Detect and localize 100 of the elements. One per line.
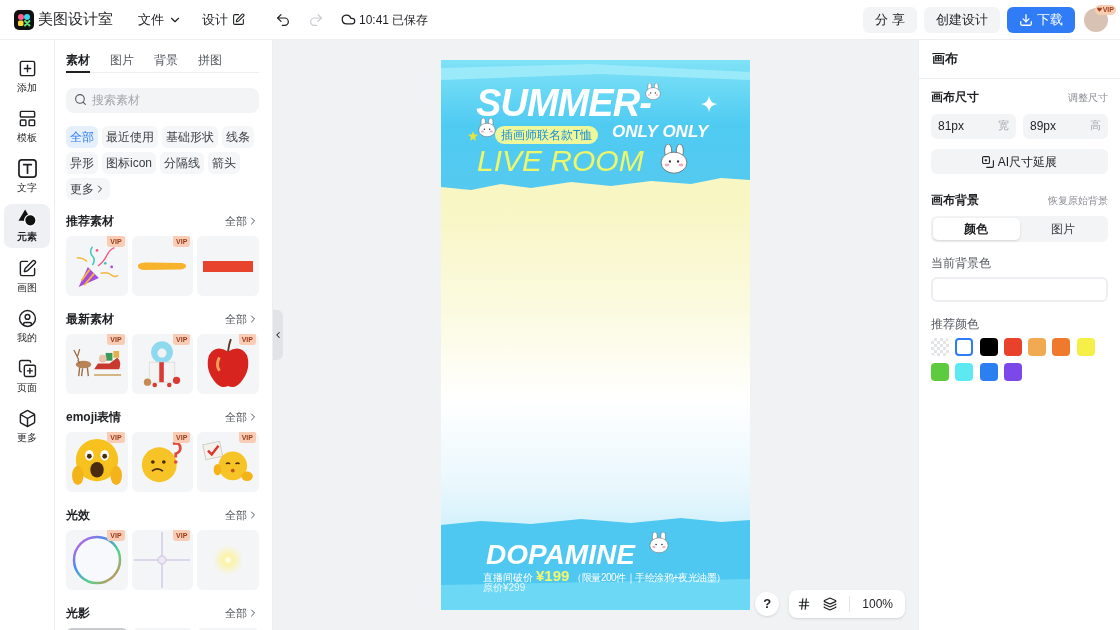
apple-icon bbox=[206, 338, 251, 390]
chevron-left-icon bbox=[273, 330, 283, 340]
segment-tab[interactable]: 图片 bbox=[1019, 218, 1106, 240]
filter-chip[interactable]: 基础形状 bbox=[162, 126, 218, 148]
unit-label: 宽 bbox=[998, 118, 1009, 133]
filter-chip[interactable]: 箭头 bbox=[208, 152, 240, 174]
color-swatch-icon[interactable] bbox=[931, 363, 949, 381]
resize-icon bbox=[981, 155, 994, 168]
action-button[interactable]: 创建设计 bbox=[924, 6, 1000, 33]
tab[interactable]: 拼图 bbox=[198, 48, 222, 73]
rail-item[interactable]: 更多 bbox=[4, 404, 50, 448]
see-all-link[interactable]: 全部 bbox=[225, 506, 259, 524]
menu-button[interactable]: 文件 bbox=[138, 9, 182, 30]
gift-box-icon bbox=[142, 340, 183, 388]
section-title: 光效 bbox=[66, 507, 90, 524]
cloud-icon bbox=[341, 12, 356, 27]
layout-icon bbox=[17, 108, 37, 128]
bunny-icon bbox=[478, 118, 496, 138]
tab[interactable]: 素材 bbox=[66, 48, 90, 73]
filter-chip[interactable]: 分隔线 bbox=[160, 152, 204, 174]
user-icon bbox=[17, 308, 37, 328]
emoji-with-sign-icon bbox=[202, 441, 255, 483]
download-icon bbox=[1019, 12, 1033, 27]
rectangle-icon bbox=[203, 260, 254, 272]
original-price: 原价¥299 bbox=[483, 582, 526, 594]
poster-tagline: ONLY ONLY bbox=[612, 123, 709, 140]
layers-button[interactable] bbox=[823, 597, 838, 611]
see-all-link[interactable]: 全部 bbox=[225, 604, 259, 622]
rail-item[interactable]: 添加 bbox=[4, 54, 50, 98]
tab[interactable]: 图片 bbox=[110, 48, 134, 73]
color-swatch-icon[interactable] bbox=[1003, 363, 1022, 381]
tab[interactable]: 背景 bbox=[154, 48, 178, 73]
grid-button[interactable] bbox=[797, 597, 812, 611]
filter-chip[interactable]: 更多 bbox=[66, 178, 110, 200]
search-icon bbox=[74, 93, 87, 106]
search-field[interactable]: 搜索素材 bbox=[66, 87, 259, 113]
color-swatch-icon[interactable] bbox=[979, 363, 998, 381]
action-button[interactable]: 分 享 bbox=[863, 6, 917, 33]
filter-chip[interactable]: 全部 bbox=[66, 126, 98, 148]
undo-icon bbox=[275, 11, 291, 28]
glow-icon bbox=[213, 545, 244, 575]
color-swatch-icon[interactable] bbox=[1052, 338, 1071, 356]
color-swatch-icon[interactable] bbox=[979, 338, 998, 356]
page-plus-icon bbox=[17, 358, 37, 378]
poster-subtitle: LIVE ROOM bbox=[477, 146, 644, 176]
reset-background-link[interactable]: 恢复原始背景 bbox=[1048, 192, 1108, 208]
menu-button[interactable]: 设计 bbox=[202, 9, 245, 30]
see-all-link[interactable]: 全部 bbox=[225, 212, 259, 230]
filter-chip[interactable]: 线条 bbox=[222, 126, 254, 148]
text-icon bbox=[17, 158, 37, 178]
see-all-link[interactable]: 全部 bbox=[225, 310, 259, 328]
section-label: 画布背景 bbox=[931, 192, 979, 209]
section-title: emoji表情 bbox=[66, 409, 122, 426]
poster-title: SUMMER- bbox=[476, 84, 651, 122]
rail-item[interactable]: 画图 bbox=[4, 254, 50, 298]
unit-label: 高 bbox=[1090, 118, 1101, 133]
filter-chip[interactable]: 异形 bbox=[66, 152, 98, 174]
undo-button[interactable] bbox=[275, 11, 291, 28]
see-all-link[interactable]: 全部 bbox=[225, 408, 259, 426]
bunny-icon bbox=[649, 532, 669, 554]
zoom-level[interactable]: 100% bbox=[862, 595, 897, 613]
help-button[interactable]: ? bbox=[755, 592, 780, 616]
ai-resize-button[interactable]: AI尺寸延展 bbox=[931, 149, 1108, 174]
color-swatch-icon[interactable] bbox=[1076, 338, 1095, 356]
color-swatch-icon[interactable] bbox=[1003, 338, 1022, 356]
grid-icon bbox=[797, 597, 812, 611]
rail-item[interactable]: 文字 bbox=[4, 154, 50, 198]
segment-tab[interactable]: 颜色 bbox=[933, 218, 1020, 240]
section-title: 推荐素材 bbox=[66, 213, 114, 230]
color-swatch-icon[interactable] bbox=[955, 363, 974, 381]
rail-item[interactable]: 我的 bbox=[4, 304, 50, 348]
app-name: 美图设计室 bbox=[38, 9, 113, 30]
promo-price: ¥199 bbox=[536, 568, 570, 584]
rail-item[interactable]: 页面 bbox=[4, 354, 50, 398]
bunny-icon bbox=[660, 144, 688, 175]
rail-item[interactable]: 元素 bbox=[4, 204, 50, 248]
pen-square-icon bbox=[17, 258, 37, 278]
promo-label: 直播间破价 bbox=[483, 571, 533, 583]
filter-chip[interactable]: 图标icon bbox=[102, 152, 156, 174]
adjust-size-link[interactable]: 调整尺寸 bbox=[1068, 89, 1108, 105]
save-status: 10:41 已保存 bbox=[359, 11, 429, 29]
asset-tile[interactable] bbox=[197, 530, 259, 590]
scared-emoji-icon bbox=[71, 437, 122, 487]
filter-chip[interactable]: 最近使用 bbox=[102, 126, 158, 148]
rail-item[interactable]: 模板 bbox=[4, 104, 50, 148]
bubble-icon bbox=[71, 535, 122, 585]
cube-icon bbox=[17, 408, 37, 428]
plus-square-icon bbox=[17, 58, 37, 78]
star-icon bbox=[468, 131, 478, 141]
field-label: 当前背景色 bbox=[931, 255, 991, 272]
light-flare-icon bbox=[134, 532, 191, 588]
poster-footer-title: DOPAMINE bbox=[486, 541, 635, 569]
color-swatch-icon[interactable] bbox=[955, 338, 974, 356]
color-swatch-icon[interactable] bbox=[1028, 338, 1047, 356]
asset-tile[interactable] bbox=[197, 236, 259, 296]
collapse-handle[interactable] bbox=[273, 310, 283, 360]
download-button[interactable]: 下载 bbox=[1007, 6, 1075, 33]
transparent-swatch-icon[interactable] bbox=[931, 338, 949, 356]
poster-badge: 插画师联名款T恤 bbox=[495, 126, 599, 144]
section-title: 光影 bbox=[66, 605, 90, 622]
